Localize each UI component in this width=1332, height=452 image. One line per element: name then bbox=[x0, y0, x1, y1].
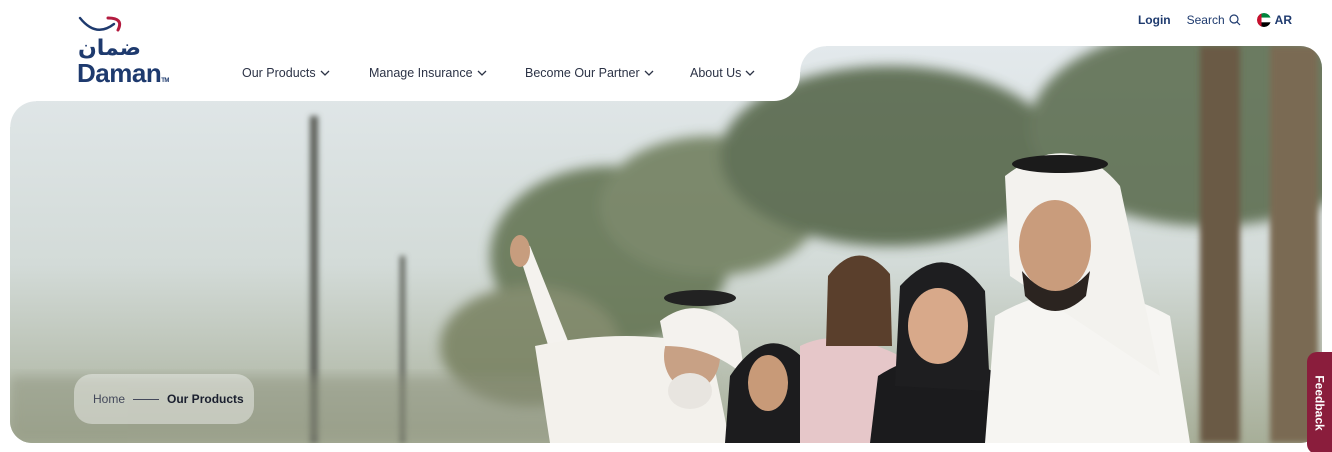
logo-swoosh-icon bbox=[78, 16, 122, 32]
nav-item-become-our-partner[interactable]: Become Our Partner bbox=[525, 66, 654, 80]
chevron-down-icon bbox=[320, 70, 330, 76]
chevron-down-icon bbox=[745, 70, 755, 76]
chevron-down-icon bbox=[477, 70, 487, 76]
nav-item-our-products[interactable]: Our Products bbox=[242, 66, 330, 80]
nav-item-manage-insurance[interactable]: Manage Insurance bbox=[369, 66, 487, 80]
breadcrumb-home[interactable]: Home bbox=[93, 392, 125, 406]
language-label: AR bbox=[1274, 13, 1292, 27]
language-switch[interactable]: AR bbox=[1256, 13, 1292, 27]
breadcrumb-separator bbox=[133, 398, 160, 400]
breadcrumb: Home Our Products bbox=[74, 374, 254, 424]
daman-logo[interactable]: ضمان DamanTM bbox=[76, 12, 169, 88]
top-utilities: Login Search AR bbox=[1138, 13, 1292, 27]
chevron-down-icon bbox=[644, 70, 654, 76]
uae-flag-icon bbox=[1256, 13, 1271, 27]
nav-item-label: Become Our Partner bbox=[525, 66, 640, 80]
logo-latin-text: DamanTM bbox=[77, 58, 169, 88]
nav-item-about-us[interactable]: About Us bbox=[690, 66, 755, 80]
login-label: Login bbox=[1137, 13, 1171, 27]
nav-item-label: About Us bbox=[690, 66, 742, 80]
search-label: Search bbox=[1186, 13, 1225, 27]
breadcrumb-current: Our Products bbox=[167, 392, 244, 406]
login-link[interactable]: Login bbox=[1138, 13, 1171, 27]
feedback-tab[interactable]: Feedback bbox=[1307, 352, 1332, 452]
trademark-mark: TM bbox=[161, 78, 169, 84]
nav-item-label: Manage Insurance bbox=[369, 66, 473, 80]
feedback-label: Feedback bbox=[1312, 375, 1327, 431]
nav-item-label: Our Products bbox=[242, 66, 316, 80]
search-icon bbox=[1229, 14, 1241, 26]
search-button[interactable]: Search bbox=[1187, 13, 1241, 27]
